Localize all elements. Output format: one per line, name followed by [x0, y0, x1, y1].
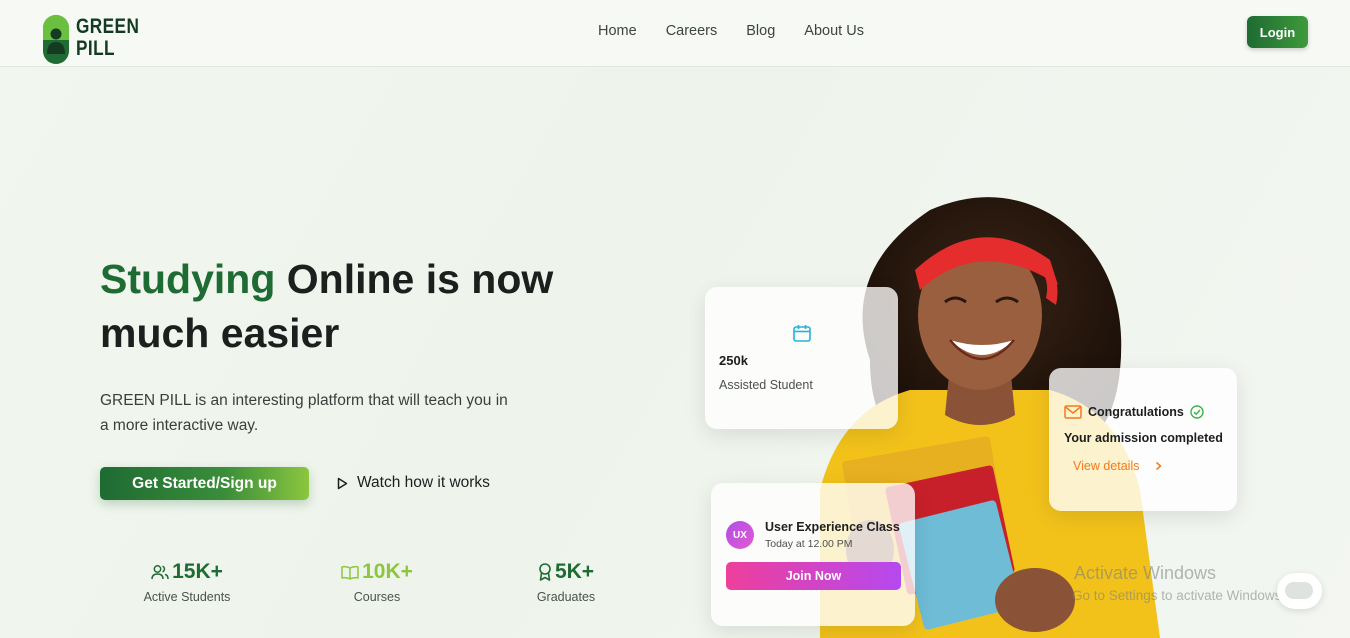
login-button[interactable]: Login — [1247, 16, 1308, 48]
activate-windows-title: Activate Windows — [1074, 563, 1217, 583]
stat-label: Courses — [353, 590, 401, 604]
assisted-student-card: 250k Assisted Student — [705, 287, 898, 429]
stat-graduates: 5K+ Graduates — [516, 560, 616, 604]
stat-value: 5K+ — [554, 560, 595, 583]
view-details-label: View details — [1073, 459, 1140, 473]
join-now-button[interactable]: Join Now — [726, 562, 901, 590]
chevron-right-icon — [1156, 461, 1163, 471]
admission-title: Congratulations — [1088, 405, 1184, 419]
assisted-label: Assisted Student — [719, 378, 813, 392]
calendar-icon — [793, 325, 811, 342]
class-title: User Experience Class — [765, 520, 900, 534]
hero-title-highlight: Studying — [100, 256, 276, 302]
admission-message: Your admission completed — [1064, 431, 1223, 445]
watch-how-it-works-link[interactable]: Watch how it works — [337, 474, 490, 492]
hero-title: Studying Online is now much easier — [100, 252, 660, 360]
stat-value: 15K+ — [172, 560, 223, 583]
stat-value: 10K+ — [362, 560, 413, 583]
brand-logo[interactable]: GREEN PILL — [42, 13, 142, 65]
check-circle-icon — [1190, 405, 1204, 419]
nav-home[interactable]: Home — [598, 23, 637, 39]
activate-windows-subtitle: Go to Settings to activate Windows. — [1072, 588, 1286, 603]
view-details-link[interactable]: View details — [1073, 459, 1163, 473]
class-time: Today at 12.00 PM — [765, 538, 853, 550]
nav-about-us[interactable]: About Us — [804, 23, 864, 39]
nav-blog[interactable]: Blog — [746, 23, 775, 39]
nav-careers[interactable]: Careers — [666, 23, 718, 39]
book-icon — [341, 565, 359, 580]
theme-toggle[interactable] — [1277, 573, 1322, 609]
hero-description: GREEN PILL is an interesting platform th… — [100, 392, 508, 434]
watch-label: Watch how it works — [357, 474, 490, 491]
stat-label: Graduates — [536, 590, 596, 604]
brand-name: GREEN PILL — [76, 15, 140, 60]
play-icon — [337, 477, 348, 489]
award-icon — [539, 563, 551, 581]
get-started-button[interactable]: Get Started/Sign up — [100, 467, 309, 500]
stat-label: Active Students — [143, 590, 231, 604]
users-icon — [151, 565, 169, 580]
pill-logo-icon — [43, 15, 69, 64]
class-avatar: UX — [726, 521, 754, 549]
main-nav: Home Careers Blog About Us — [598, 23, 864, 39]
mail-icon — [1064, 405, 1082, 419]
stat-active-students: 15K+ Active Students — [137, 560, 237, 604]
admission-card: Congratulations Your admission completed… — [1049, 368, 1237, 511]
assisted-count: 250k — [719, 353, 748, 368]
top-navigation-bar: GREEN PILL Home Careers Blog About Us Lo… — [0, 0, 1350, 67]
stat-courses: 10K+ Courses — [327, 560, 427, 604]
class-card: UX User Experience Class Today at 12.00 … — [711, 483, 915, 626]
